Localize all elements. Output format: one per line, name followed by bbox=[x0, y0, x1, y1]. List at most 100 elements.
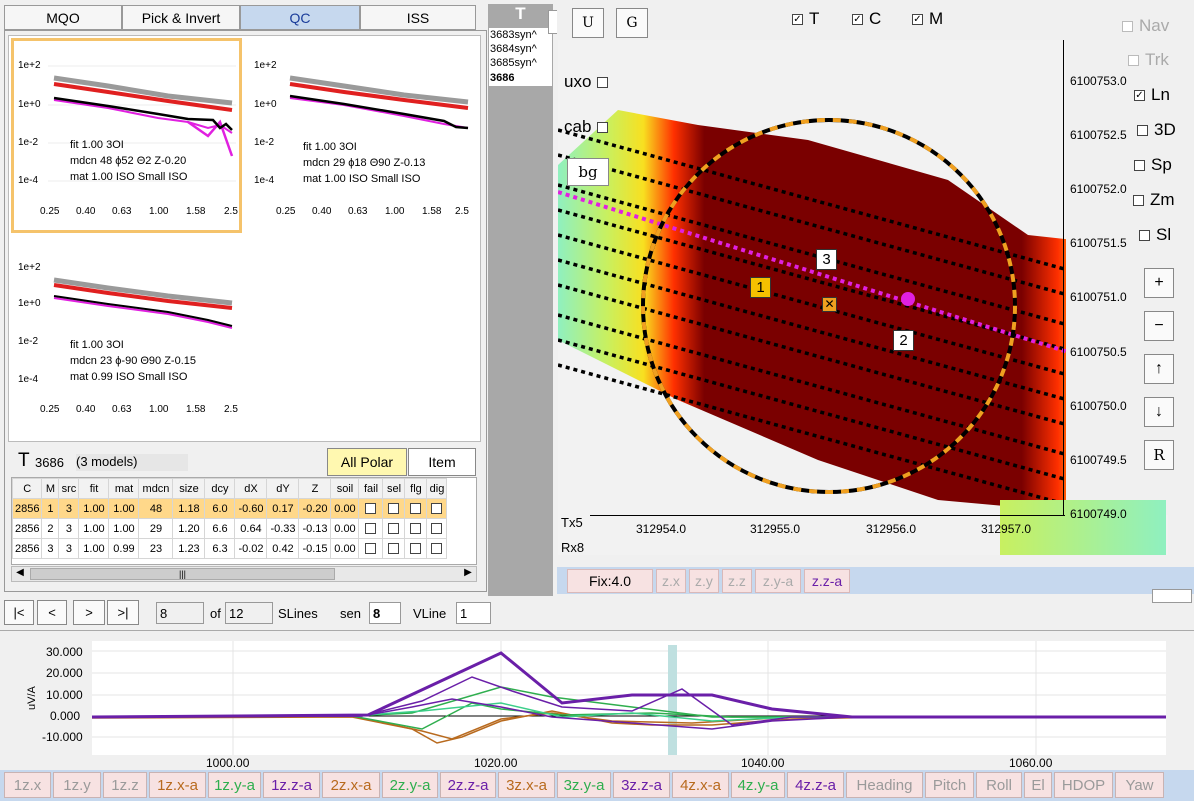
overlay-uxo[interactable]: uxo bbox=[564, 72, 609, 92]
list-item[interactable]: 3684syn^ bbox=[490, 43, 537, 55]
t-checkbox[interactable]: ✓ bbox=[792, 13, 803, 25]
sel-checkbox[interactable] bbox=[382, 538, 406, 559]
flg-checkbox[interactable] bbox=[404, 498, 428, 519]
col-header[interactable]: soil bbox=[330, 478, 360, 499]
first-button[interactable]: |< bbox=[4, 600, 34, 625]
fail-checkbox[interactable] bbox=[358, 518, 384, 539]
channel-chip-3z-x-a[interactable]: 3z.x-a bbox=[498, 772, 555, 798]
chip-z-y[interactable]: z.y bbox=[689, 569, 719, 593]
channel-chip-2z-y-a[interactable]: 2z.y-a bbox=[382, 772, 438, 798]
channel-chip-hdop[interactable]: HDOP bbox=[1054, 772, 1113, 798]
channel-chip-4z-x-a[interactable]: 4z.x-a bbox=[672, 772, 729, 798]
tab-pick-invert[interactable]: Pick & Invert bbox=[122, 5, 240, 30]
option-sl[interactable]: Sl bbox=[1139, 225, 1171, 245]
overlay-cab[interactable]: cab bbox=[564, 117, 609, 137]
sel-checkbox[interactable] bbox=[382, 498, 406, 519]
channel-chip-3z-y-a[interactable]: 3z.y-a bbox=[557, 772, 611, 798]
zm-checkbox[interactable] bbox=[1133, 194, 1144, 206]
list-item[interactable]: 3683syn^ bbox=[490, 29, 537, 41]
profile-chart[interactable] bbox=[91, 641, 1166, 755]
map-canvas[interactable] bbox=[558, 40, 1066, 515]
tab-iss[interactable]: ISS bbox=[360, 5, 476, 30]
option-zm[interactable]: Zm bbox=[1133, 190, 1175, 210]
decay-plot-1[interactable] bbox=[48, 48, 236, 208]
channel-chip-1z-z-a[interactable]: 1z.z-a bbox=[263, 772, 320, 798]
toggle-t[interactable]: ✓ T bbox=[792, 9, 819, 29]
chip-z-z[interactable]: z.z bbox=[722, 569, 752, 593]
channel-chip-heading[interactable]: Heading bbox=[846, 772, 923, 798]
channel-chip-el[interactable]: El bbox=[1024, 772, 1052, 798]
channel-chip-4z-z-a[interactable]: 4z.z-a bbox=[787, 772, 844, 798]
channel-chip-2z-x-a[interactable]: 2z.x-a bbox=[322, 772, 380, 798]
table-row[interactable]: 2856 2 3 1.00 1.00 29 1.20 6.6 0.64 -0.33 -0.… bbox=[12, 518, 448, 539]
scroll-left-arrow[interactable]: ◀ bbox=[12, 567, 28, 581]
sen-input[interactable]: 8 bbox=[369, 602, 401, 624]
current-line-input[interactable]: 8 bbox=[156, 602, 204, 624]
col-header[interactable]: C bbox=[12, 478, 43, 499]
zoom-in-button[interactable]: + bbox=[1144, 268, 1174, 298]
col-header[interactable]: flg bbox=[404, 478, 428, 499]
uxo-checkbox[interactable] bbox=[597, 76, 609, 88]
g-button[interactable]: G bbox=[616, 8, 648, 38]
marker-1[interactable]: 1 bbox=[750, 277, 771, 298]
cab-checkbox[interactable] bbox=[597, 121, 609, 133]
chip-z-y-a[interactable]: z.y-a bbox=[755, 569, 801, 593]
item-button[interactable]: Item bbox=[408, 448, 476, 476]
option-3d[interactable]: 3D bbox=[1137, 120, 1176, 140]
u-button[interactable]: U bbox=[572, 8, 604, 38]
c-checkbox[interactable]: ✓ bbox=[852, 13, 863, 25]
col-header[interactable]: Z bbox=[298, 478, 332, 499]
last-button[interactable]: >| bbox=[107, 600, 139, 625]
dig-checkbox[interactable] bbox=[426, 538, 448, 559]
table-row[interactable]: 2856 3 3 1.00 0.99 23 1.23 6.3 -0.02 0.42 -0.… bbox=[12, 538, 448, 559]
marker-2[interactable]: 2 bbox=[893, 330, 914, 351]
col-header[interactable]: dY bbox=[266, 478, 300, 499]
chip-z-x[interactable]: z.x bbox=[656, 569, 686, 593]
splitter-handle[interactable] bbox=[1152, 589, 1192, 603]
col-header[interactable]: dig bbox=[426, 478, 448, 499]
reset-button[interactable]: R bbox=[1144, 440, 1174, 470]
toggle-c[interactable]: ✓ C bbox=[852, 9, 881, 29]
target-center-icon[interactable]: ✕ bbox=[822, 297, 837, 312]
option-nav[interactable]: Nav bbox=[1122, 16, 1169, 36]
option-trk[interactable]: Trk bbox=[1128, 50, 1169, 70]
ln-checkbox[interactable]: ✓ bbox=[1134, 89, 1145, 101]
channel-chip-1z-x-a[interactable]: 1z.x-a bbox=[149, 772, 206, 798]
3d-checkbox[interactable] bbox=[1137, 124, 1148, 136]
next-button[interactable]: > bbox=[73, 600, 105, 625]
toggle-m[interactable]: ✓ M bbox=[912, 9, 943, 29]
trk-checkbox[interactable] bbox=[1128, 54, 1139, 66]
tab-mqo[interactable]: MQO bbox=[4, 5, 122, 30]
tab-qc[interactable]: QC bbox=[240, 5, 360, 30]
flg-checkbox[interactable] bbox=[404, 518, 428, 539]
list-item-selected[interactable]: 3686 bbox=[490, 72, 551, 84]
bg-button[interactable]: bg bbox=[567, 158, 609, 186]
all-polar-button[interactable]: All Polar bbox=[327, 448, 407, 476]
fix-chip[interactable]: Fix:4.0 bbox=[567, 569, 653, 593]
nav-checkbox[interactable] bbox=[1122, 20, 1133, 32]
zoom-out-button[interactable]: − bbox=[1144, 311, 1174, 341]
table-row[interactable]: 2856 1 3 1.00 1.00 48 1.18 6.0 -0.60 0.17 -0.… bbox=[12, 498, 448, 519]
option-sp[interactable]: Sp bbox=[1134, 155, 1172, 175]
scroll-right-arrow[interactable]: ▶ bbox=[460, 567, 476, 581]
prev-button[interactable]: < bbox=[37, 600, 67, 625]
channel-chip-1z-y-a[interactable]: 1z.y-a bbox=[208, 772, 261, 798]
marker-3[interactable]: 3 bbox=[816, 249, 837, 270]
channel-chip-pitch[interactable]: Pitch bbox=[925, 772, 974, 798]
channel-chip-roll[interactable]: Roll bbox=[976, 772, 1022, 798]
fail-checkbox[interactable] bbox=[358, 538, 384, 559]
fail-checkbox[interactable] bbox=[358, 498, 384, 519]
channel-chip-1z-x[interactable]: 1z.x bbox=[4, 772, 51, 798]
channel-chip-3z-z-a[interactable]: 3z.z-a bbox=[613, 772, 670, 798]
col-header[interactable]: mdcn bbox=[138, 478, 174, 499]
pan-up-button[interactable]: ↑ bbox=[1144, 354, 1174, 384]
sel-checkbox[interactable] bbox=[382, 518, 406, 539]
table-hscrollbar[interactable]: ◀ ||| ▶ bbox=[11, 566, 477, 582]
channel-chip-1z-y[interactable]: 1z.y bbox=[53, 772, 101, 798]
flg-checkbox[interactable] bbox=[404, 538, 428, 559]
col-header[interactable]: sel bbox=[382, 478, 406, 499]
channel-chip-4z-y-a[interactable]: 4z.y-a bbox=[731, 772, 785, 798]
col-header[interactable]: src bbox=[58, 478, 80, 499]
col-header[interactable]: fit bbox=[78, 478, 110, 499]
scroll-thumb[interactable]: ||| bbox=[30, 568, 335, 580]
